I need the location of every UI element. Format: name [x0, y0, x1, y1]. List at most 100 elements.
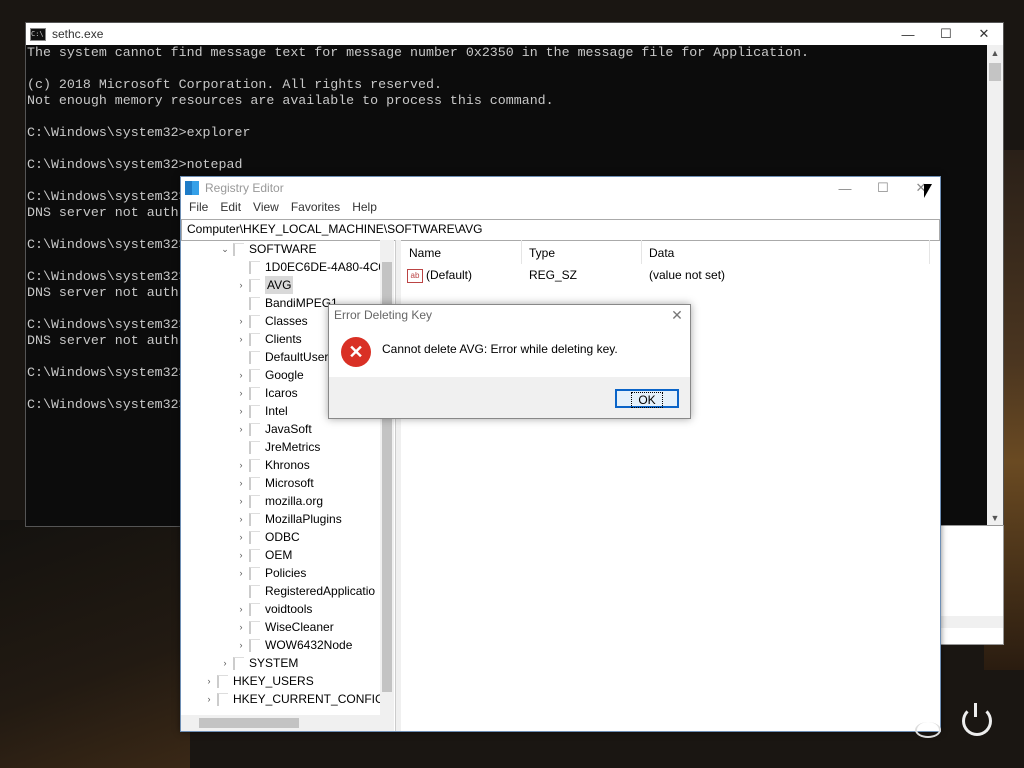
cmd-maximize-button[interactable]: ☐ [927, 26, 965, 42]
expand-arrow-icon[interactable]: › [235, 528, 247, 546]
expand-arrow-icon[interactable]: › [235, 402, 247, 420]
network-tray-icon[interactable] [868, 722, 894, 736]
cmd-titlebar[interactable]: C:\ sethc.exe — ☐ ✕ [26, 23, 1003, 45]
cmd-close-button[interactable]: ✕ [965, 26, 1003, 42]
cmd-minimize-button[interactable]: — [889, 27, 927, 42]
expand-arrow-icon[interactable]: › [235, 564, 247, 582]
folder-icon [249, 494, 260, 508]
tree-item[interactable]: › Intel [235, 402, 288, 420]
tree-item[interactable]: › WOW6432Node [235, 636, 353, 654]
tree-item[interactable]: › MozillaPlugins [235, 510, 342, 528]
expand-arrow-icon[interactable]: › [235, 636, 247, 654]
tree-item-label: Clients [265, 332, 302, 346]
cmd-scroll-thumb[interactable] [989, 63, 1001, 81]
desktop-wallpaper-corner [0, 520, 190, 768]
expand-arrow-icon[interactable]: › [235, 366, 247, 384]
folder-icon [249, 602, 260, 616]
ok-button[interactable]: OK [615, 389, 679, 408]
expand-arrow-icon[interactable]: ⌄ [219, 240, 231, 258]
expand-arrow-icon[interactable]: › [235, 384, 247, 402]
power-icon[interactable] [962, 706, 992, 736]
expand-arrow-icon[interactable]: › [235, 420, 247, 438]
expand-arrow-icon[interactable]: › [235, 276, 247, 294]
expand-arrow-icon[interactable]: › [235, 510, 247, 528]
cmd-line [27, 141, 1003, 157]
background-window-scrollbar[interactable] [941, 616, 1003, 628]
folder-icon [249, 386, 260, 400]
expand-arrow-icon[interactable]: › [235, 456, 247, 474]
regedit-minimize-button[interactable]: — [826, 181, 864, 196]
tree-item-label: WOW6432Node [265, 638, 353, 652]
scroll-up-icon[interactable]: ▲ [987, 45, 1003, 61]
folder-icon [249, 422, 260, 436]
tree-item[interactable]: 1D0EC6DE-4A80-4C0 [235, 258, 385, 276]
folder-icon [249, 296, 260, 310]
menu-view[interactable]: View [247, 199, 285, 217]
tree-hscroll-thumb[interactable] [199, 718, 299, 728]
tree-item[interactable]: DefaultUser [235, 348, 328, 366]
folder-icon [249, 260, 260, 274]
expand-arrow-icon[interactable]: › [235, 618, 247, 636]
tree-item[interactable]: › JavaSoft [235, 420, 312, 438]
folder-icon [249, 404, 260, 418]
tree-item[interactable]: JreMetrics [235, 438, 320, 456]
tree-item[interactable]: › SYSTEM [219, 654, 299, 672]
tree-item[interactable]: › Policies [235, 564, 307, 582]
menu-favorites[interactable]: Favorites [285, 199, 346, 217]
accessibility-tray-icon[interactable] [915, 722, 941, 738]
regedit-titlebar[interactable]: Registry Editor — ☐ ✕ [181, 177, 940, 199]
tree-item[interactable]: RegisteredApplicatio [235, 582, 375, 600]
expand-arrow-icon[interactable]: › [203, 672, 215, 690]
column-data[interactable]: Data [649, 240, 930, 264]
tree-item[interactable]: › Classes [235, 312, 308, 330]
expand-arrow-icon[interactable]: › [235, 546, 247, 564]
tree-item-label: WiseCleaner [265, 620, 334, 634]
folder-icon [233, 242, 244, 256]
regedit-close-button[interactable]: ✕ [902, 180, 940, 196]
dialog-titlebar[interactable]: Error Deleting Key ✕ [329, 305, 690, 325]
folder-icon [249, 620, 260, 634]
tree-item[interactable]: › Microsoft [235, 474, 314, 492]
regedit-menubar: File Edit View Favorites Help [181, 199, 940, 217]
expand-arrow-icon[interactable]: › [235, 492, 247, 510]
tree-item[interactable]: › Google [235, 366, 304, 384]
column-name[interactable]: Name [409, 240, 522, 264]
tree-item[interactable]: › Clients [235, 330, 302, 348]
expand-arrow-icon[interactable]: › [235, 312, 247, 330]
expand-arrow-icon[interactable]: › [235, 474, 247, 492]
tree-item[interactable]: › ODBC [235, 528, 300, 546]
folder-icon [217, 692, 228, 706]
tree-item[interactable]: › Khronos [235, 456, 310, 474]
tree-item-label: Intel [265, 404, 288, 418]
menu-edit[interactable]: Edit [214, 199, 247, 217]
tree-item[interactable]: › HKEY_CURRENT_CONFIG [203, 690, 385, 708]
tree-item-label: JavaSoft [265, 422, 312, 436]
address-bar[interactable]: Computer\HKEY_LOCAL_MACHINE\SOFTWARE\AVG [181, 219, 940, 241]
expand-arrow-icon[interactable]: › [219, 654, 231, 672]
folder-icon [249, 458, 260, 472]
value-row-name[interactable]: ab (Default) [407, 266, 472, 284]
expand-arrow-icon[interactable]: › [235, 330, 247, 348]
tree-item-label: Policies [265, 566, 307, 580]
tree-item[interactable]: BandiMPEG1 [235, 294, 338, 312]
tree-item[interactable]: › WiseCleaner [235, 618, 334, 636]
tree-horizontal-scrollbar[interactable] [181, 715, 380, 731]
expand-arrow-icon[interactable]: › [235, 600, 247, 618]
tree-item[interactable]: › OEM [235, 546, 293, 564]
dialog-close-button[interactable]: ✕ [664, 307, 690, 324]
regedit-maximize-button[interactable]: ☐ [864, 180, 902, 196]
menu-file[interactable]: File [183, 199, 214, 217]
tree-item[interactable]: › HKEY_USERS [203, 672, 314, 690]
value-type: REG_SZ [529, 268, 578, 282]
tree-item[interactable]: ⌄ SOFTWARE [219, 240, 316, 258]
menu-help[interactable]: Help [346, 199, 383, 217]
expand-arrow-icon[interactable]: › [203, 690, 215, 708]
cmd-line [27, 61, 1003, 77]
scroll-down-icon[interactable]: ▼ [987, 510, 1003, 526]
tree-item[interactable]: › Icaros [235, 384, 298, 402]
cmd-scrollbar[interactable]: ▲ ▼ [987, 45, 1003, 526]
tree-item[interactable]: › mozilla.org [235, 492, 324, 510]
tree-item[interactable]: › AVG [235, 276, 294, 294]
tree-item[interactable]: › voidtools [235, 600, 313, 618]
column-type[interactable]: Type [529, 240, 642, 264]
